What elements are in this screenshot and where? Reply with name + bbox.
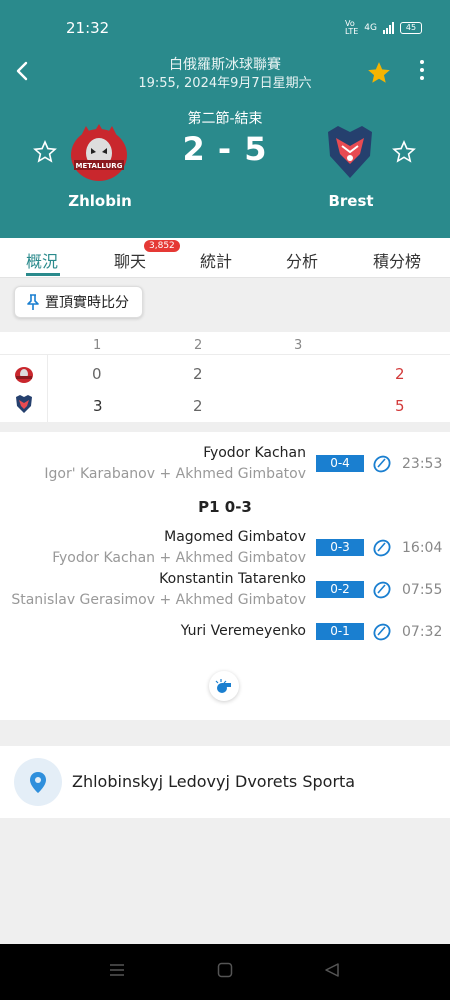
puck-icon xyxy=(373,581,391,599)
event-scorer: Konstantin Tatarenko xyxy=(159,571,306,587)
period-header-1: 1 xyxy=(93,338,102,353)
follow-away-star-icon[interactable] xyxy=(392,140,416,164)
home-nav-icon[interactable] xyxy=(217,962,233,978)
tab-stats[interactable]: 統計 xyxy=(200,248,232,272)
venue-name: Zhlobinskyj Ledovyj Dvorets Sporta xyxy=(72,772,356,791)
pin-live-score-button[interactable]: 置頂實時比分 xyxy=(14,286,143,318)
event-time: 07:55 xyxy=(402,582,443,598)
event-assists: Fyodor Kachan + Akhmed Gimbatov xyxy=(52,550,306,566)
events-list: Fyodor Kachan Igor' Karabanov + Akhmed G… xyxy=(0,432,450,720)
period-score-table: 1 2 3 0 2 2 3 2 5 xyxy=(0,332,450,422)
status-bar: 21:32 Vo LTE 4G 45 xyxy=(0,0,450,52)
home-team-name[interactable]: Zhlobin xyxy=(40,192,160,210)
home-p2-score: 2 xyxy=(193,365,203,383)
zhlobin-logo-icon[interactable]: METALLURG xyxy=(68,122,130,182)
table-divider xyxy=(0,354,450,355)
more-menu-icon[interactable] xyxy=(418,60,426,84)
home-p1-score: 0 xyxy=(92,365,102,383)
event-time: 07:32 xyxy=(402,624,443,640)
event-scorer: Yuri Veremeyenko xyxy=(180,623,306,639)
tab-standings[interactable]: 積分榜 xyxy=(373,248,421,272)
active-tab-indicator xyxy=(26,273,60,276)
svg-text:METALLURG: METALLURG xyxy=(76,162,123,170)
table-divider xyxy=(47,354,48,422)
puck-icon xyxy=(373,539,391,557)
period-header-2: 2 xyxy=(194,338,203,353)
event-score-badge: 0-3 xyxy=(316,539,364,556)
brest-mini-logo-icon xyxy=(16,395,32,413)
match-start-whistle-icon xyxy=(209,671,239,701)
chat-count-badge: 3,852 xyxy=(144,240,180,252)
pin-icon xyxy=(27,294,39,310)
brest-logo-icon[interactable] xyxy=(324,124,376,180)
tab-overview[interactable]: 概況 xyxy=(26,248,58,272)
event-time: 23:53 xyxy=(402,456,443,472)
event-scorer: Magomed Gimbatov xyxy=(164,529,306,545)
event-score-badge: 0-2 xyxy=(316,581,364,598)
favorite-star-icon[interactable] xyxy=(366,60,392,86)
event-assists: Igor' Karabanov + Akhmed Gimbatov xyxy=(44,466,306,482)
tab-bar: 概況 聊天 統計 分析 積分榜 xyxy=(0,238,450,278)
puck-icon xyxy=(373,455,391,473)
tab-chat[interactable]: 聊天 xyxy=(114,248,146,272)
away-p2-score: 2 xyxy=(193,397,203,415)
period-summary-label: P1 0-3 xyxy=(198,498,252,516)
event-scorer: Fyodor Kachan xyxy=(203,445,306,461)
status-icons: Vo LTE 4G 45 xyxy=(345,20,422,36)
follow-home-star-icon[interactable] xyxy=(33,140,57,164)
network-label: 4G xyxy=(364,23,377,33)
period-header-3: 3 xyxy=(294,338,303,353)
back-nav-icon[interactable] xyxy=(324,962,340,978)
home-total-score: 2 xyxy=(395,365,405,383)
pin-button-label: 置頂實時比分 xyxy=(45,295,129,311)
system-nav-bar xyxy=(0,944,450,1000)
volte-icon: Vo LTE xyxy=(345,19,359,36)
recent-apps-icon[interactable] xyxy=(109,962,125,978)
puck-icon xyxy=(373,623,391,641)
status-time: 21:32 xyxy=(66,19,110,37)
match-header: 21:32 Vo LTE 4G 45 白俄羅斯冰球聯賽 19:55, 2024年9… xyxy=(0,0,450,238)
event-time: 16:04 xyxy=(402,540,443,556)
battery-icon: 45 xyxy=(400,22,422,34)
event-score-badge: 0-4 xyxy=(316,455,364,472)
tab-analysis[interactable]: 分析 xyxy=(286,248,318,272)
signal-icon xyxy=(383,22,394,34)
location-pin-icon xyxy=(14,758,62,806)
away-team-name[interactable]: Brest xyxy=(291,192,411,210)
zhlobin-mini-logo-icon xyxy=(15,367,33,383)
away-total-score: 5 xyxy=(395,397,405,415)
event-assists: Stanislav Gerasimov + Akhmed Gimbatov xyxy=(11,592,306,608)
away-p1-score: 3 xyxy=(93,397,103,415)
venue-row[interactable]: Zhlobinskyj Ledovyj Dvorets Sporta xyxy=(0,746,450,818)
event-score-badge: 0-1 xyxy=(316,623,364,640)
